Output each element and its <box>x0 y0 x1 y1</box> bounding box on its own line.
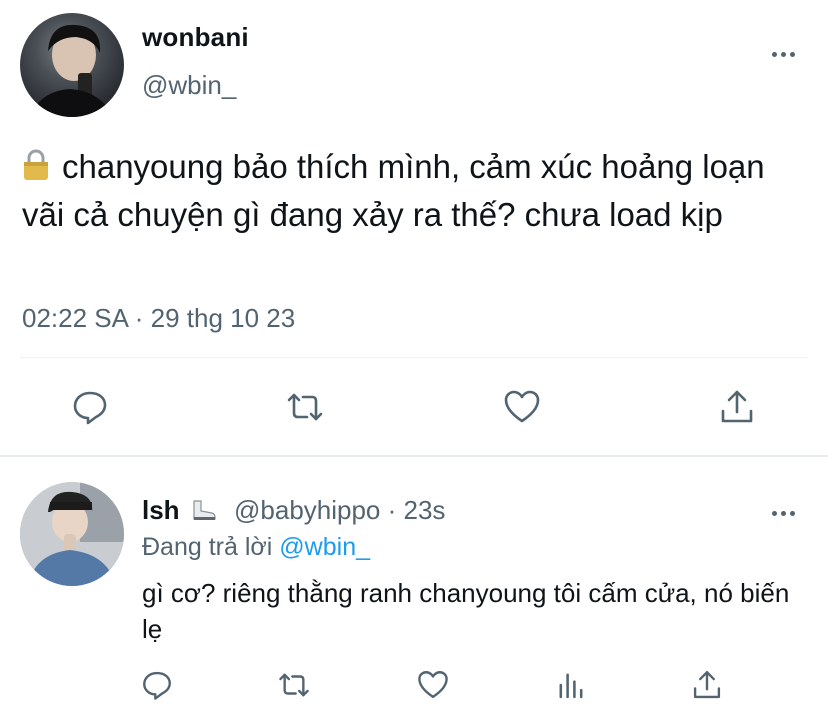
tweet-timestamp[interactable]: 02:22 SA · 29 thg 10 23 <box>22 303 295 334</box>
username-handle[interactable]: @wbin_ <box>142 70 236 101</box>
reply-display-name[interactable]: lsh <box>142 495 180 526</box>
display-name[interactable]: wonbani <box>142 22 249 53</box>
tweet-text: chanyoung bảo thích mình, cảm xúc hoảng … <box>22 148 765 233</box>
avatar-photo <box>20 482 124 586</box>
more-icon[interactable] <box>772 44 802 57</box>
reply-text: gì cơ? riêng thằng ranh chanyoung tôi cấ… <box>142 578 790 644</box>
retweet-icon[interactable] <box>285 387 325 427</box>
replying-to-mention[interactable]: @wbin_ <box>279 533 370 561</box>
more-icon[interactable] <box>772 503 802 516</box>
reply-icon[interactable] <box>70 387 110 427</box>
avatar-photo <box>30 24 114 117</box>
section-divider <box>0 455 828 457</box>
reply-handle-time[interactable]: @babyhippo · 23s <box>234 495 445 526</box>
tweet-text-container: chanyoung bảo thích mình, cảm xúc hoảng … <box>22 143 812 239</box>
reply-avatar[interactable] <box>20 482 124 586</box>
reply-icon[interactable] <box>140 668 174 702</box>
avatar[interactable] <box>20 13 124 117</box>
boot-emoji-icon <box>190 499 216 521</box>
replying-prefix: Đang trả lời <box>142 533 273 561</box>
retweet-icon[interactable] <box>277 668 311 702</box>
share-icon[interactable] <box>717 387 757 427</box>
like-icon[interactable] <box>502 387 542 427</box>
replying-to-line: Đang trả lời @wbin_ <box>142 533 370 562</box>
like-icon[interactable] <box>416 668 450 702</box>
share-icon[interactable] <box>690 668 724 702</box>
lock-icon <box>22 147 50 181</box>
divider <box>20 357 808 358</box>
views-icon[interactable] <box>554 668 588 702</box>
